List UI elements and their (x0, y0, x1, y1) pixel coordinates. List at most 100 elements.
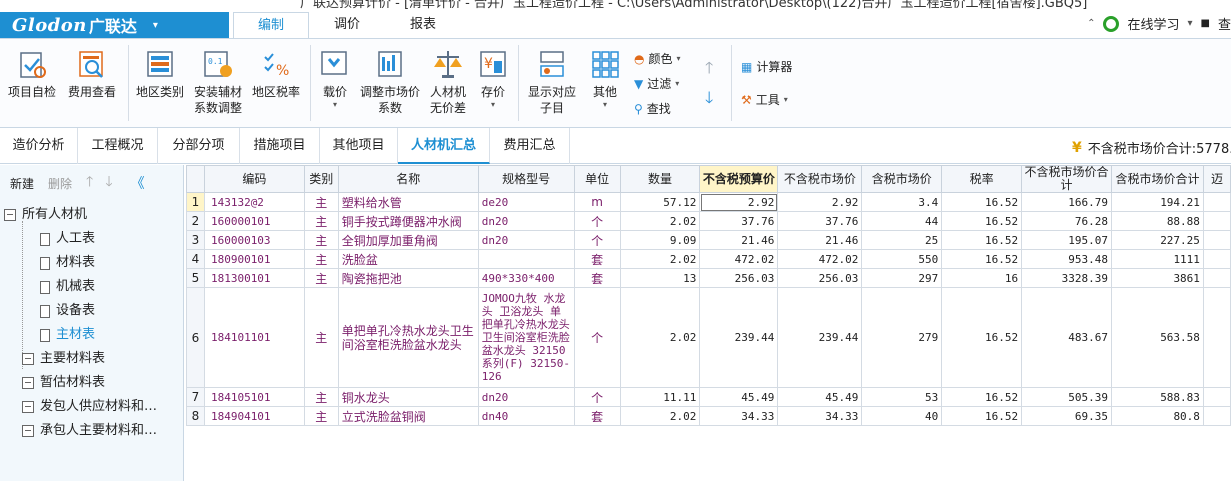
market-tax-total-cell[interactable]: 3861 (1110, 268, 1204, 288)
budget-price-cell[interactable]: 256.03 (699, 268, 779, 288)
market-tax-total-cell[interactable]: 1111 (1110, 249, 1204, 269)
extra-cell[interactable] (1202, 387, 1231, 407)
tree-item-contractor-main[interactable]: 承包人主要材料和… (22, 421, 157, 441)
extra-cell[interactable] (1202, 268, 1231, 288)
load-price-button[interactable]: 载价 ▾ (318, 47, 352, 110)
table-row[interactable]: 4 180900101 主洗脸盆套 2.02 472.02 472.02 550 16.52 9… (186, 249, 1231, 269)
name-cell[interactable]: 陶瓷拖把池 (337, 268, 479, 288)
extra-cell[interactable] (1202, 211, 1231, 231)
column-header-market-price-tax[interactable]: 含税市场价 (861, 165, 943, 193)
market-price-cell[interactable]: 472.02 (777, 249, 863, 269)
region-tax-button[interactable]: % 地区税率 (252, 47, 300, 100)
budget-price-cell[interactable]: 472.02 (699, 249, 779, 269)
unit-cell[interactable]: 套 (573, 268, 621, 288)
app-menu-button[interactable]: Glodon 广联达 ▾ (0, 12, 229, 38)
move-down-button[interactable]: 🡓 (705, 87, 713, 114)
market-total-cell[interactable]: 3328.39 (1021, 268, 1112, 288)
move-up-button[interactable]: 🡑 (705, 57, 713, 84)
tree-item-estimated-material[interactable]: 暂估材料表 (22, 373, 105, 393)
filter-button[interactable]: ▼ 过滤 ▾ (634, 75, 679, 92)
code-cell[interactable]: 143132@2 (203, 192, 305, 212)
column-header-budget-price[interactable]: 不含税预算价 (699, 165, 779, 193)
category-cell[interactable]: 主 (303, 230, 339, 250)
tab-measures[interactable]: 措施项目 (240, 128, 320, 164)
table-row[interactable]: 5 181300101 主陶瓷拖把池 490*330*400 套 13 256.03 256.… (186, 268, 1231, 288)
row-number-cell[interactable]: 6 (186, 287, 205, 388)
name-cell[interactable]: 全铜加厚加重角阀 (337, 230, 479, 250)
category-cell[interactable]: 主 (303, 268, 339, 288)
row-number-cell[interactable]: 2 (186, 211, 205, 231)
rcj-no-diff-button[interactable]: 人材机 无价差 (430, 47, 466, 116)
tax-rate-cell[interactable]: 16.52 (941, 287, 1023, 388)
column-header-spec[interactable]: 规格型号 (477, 165, 575, 193)
market-total-cell[interactable]: 953.48 (1021, 249, 1112, 269)
fee-view-button[interactable]: 费用查看 (68, 47, 116, 100)
spec-cell[interactable]: dn40 (477, 406, 575, 426)
tree-item-labor[interactable]: 人工表 (40, 229, 95, 249)
market-tax-total-cell[interactable]: 588.83 (1110, 387, 1204, 407)
quantity-cell[interactable]: 2.02 (619, 211, 701, 231)
name-cell[interactable]: 铜手按式蹲便器冲水阀 (337, 211, 479, 231)
tab-sub-items[interactable]: 分部分项 (158, 128, 240, 164)
quantity-cell[interactable]: 2.02 (619, 287, 701, 388)
tax-rate-cell[interactable]: 16.52 (941, 249, 1023, 269)
column-header-market-price[interactable]: 不含税市场价 (777, 165, 863, 193)
tab-cost-analysis[interactable]: 造价分析 (0, 128, 78, 164)
unit-cell[interactable]: 个 (573, 287, 621, 388)
category-cell[interactable]: 主 (303, 387, 339, 407)
new-button[interactable]: 新建 (10, 175, 34, 192)
region-category-button[interactable]: 地区类别 (136, 47, 184, 100)
table-row[interactable]: 2 160000101 主铜手按式蹲便器冲水阀 dn20 个 2.02 37.76 37.76… (186, 211, 1231, 231)
show-child-button[interactable]: 显示对应 子目 (528, 47, 576, 116)
table-row[interactable]: 6 184101101 主单把单孔冷热水龙头卫生间浴室柜洗脸盆水龙头 JOMOO九牧 … (186, 287, 1231, 388)
quantity-cell[interactable]: 9.09 (619, 230, 701, 250)
category-cell[interactable]: 主 (303, 192, 339, 212)
tree-item-material[interactable]: 材料表 (40, 253, 95, 273)
table-row[interactable]: 1 143132@2 主塑料给水管 de20 m 57.12 2.92 2.92 3.4 16.5… (186, 192, 1231, 212)
market-total-cell[interactable]: 76.28 (1021, 211, 1112, 231)
quantity-cell[interactable]: 13 (619, 268, 701, 288)
column-header-code[interactable]: 编码 (203, 165, 305, 193)
column-header-quantity[interactable]: 数量 (619, 165, 701, 193)
budget-price-cell[interactable]: 2.92 (699, 192, 779, 212)
quantity-cell[interactable]: 2.02 (619, 249, 701, 269)
code-cell[interactable]: 160000101 (203, 211, 305, 231)
unit-cell[interactable]: 个 (573, 387, 621, 407)
code-cell[interactable]: 180900101 (203, 249, 305, 269)
market-price-cell[interactable]: 34.33 (777, 406, 863, 426)
spec-cell[interactable]: 490*330*400 (477, 268, 575, 288)
quantity-cell[interactable]: 11.11 (619, 387, 701, 407)
market-total-cell[interactable]: 195.07 (1021, 230, 1112, 250)
tax-rate-cell[interactable]: 16.52 (941, 387, 1023, 407)
tree-root[interactable]: 所有人材机 (4, 205, 87, 225)
market-price-tax-cell[interactable]: 550 (861, 249, 943, 269)
chevron-down-icon[interactable]: ▾ (1188, 18, 1193, 29)
budget-price-cell[interactable]: 21.46 (699, 230, 779, 250)
market-price-cell[interactable]: 2.92 (777, 192, 863, 212)
table-row[interactable]: 7 184105101 主铜水龙头 dn20 个 11.11 45.49 45.49 53 16.… (186, 387, 1231, 407)
budget-price-cell[interactable]: 34.33 (699, 406, 779, 426)
market-price-tax-cell[interactable]: 53 (861, 387, 943, 407)
color-button[interactable]: ◓ 颜色 ▾ (634, 50, 681, 67)
spec-cell[interactable]: JOMOO九牧 水龙头 卫浴龙头 单把单孔冷热水龙头卫生间浴室柜洗脸盆水龙头 3… (477, 287, 575, 388)
spec-cell[interactable]: dn20 (477, 387, 575, 407)
arrow-up-icon[interactable]: 🡑 (86, 171, 93, 195)
spec-cell[interactable] (477, 249, 575, 269)
market-price-cell[interactable]: 239.44 (777, 287, 863, 388)
extra-cell[interactable] (1202, 287, 1231, 388)
extra-link[interactable]: 查 (1218, 14, 1231, 33)
column-header-market-total[interactable]: 不含税市场价合计 (1021, 165, 1112, 193)
install-adjust-button[interactable]: 0.1 安装辅材 系数调整 (194, 47, 242, 116)
market-price-cell[interactable]: 37.76 (777, 211, 863, 231)
delete-button[interactable]: 删除 (48, 175, 72, 192)
market-price-cell[interactable]: 21.46 (777, 230, 863, 250)
tax-rate-cell[interactable]: 16.52 (941, 406, 1023, 426)
category-cell[interactable]: 主 (303, 249, 339, 269)
grid-icon[interactable]: ■ (1201, 18, 1210, 29)
store-price-button[interactable]: ¥ 存价 ▾ (476, 47, 510, 110)
tax-rate-cell[interactable]: 16 (941, 268, 1023, 288)
market-total-cell[interactable]: 166.79 (1021, 192, 1112, 212)
code-cell[interactable]: 160000103 (203, 230, 305, 250)
code-cell[interactable]: 184101101 (203, 287, 305, 388)
category-cell[interactable]: 主 (303, 211, 339, 231)
